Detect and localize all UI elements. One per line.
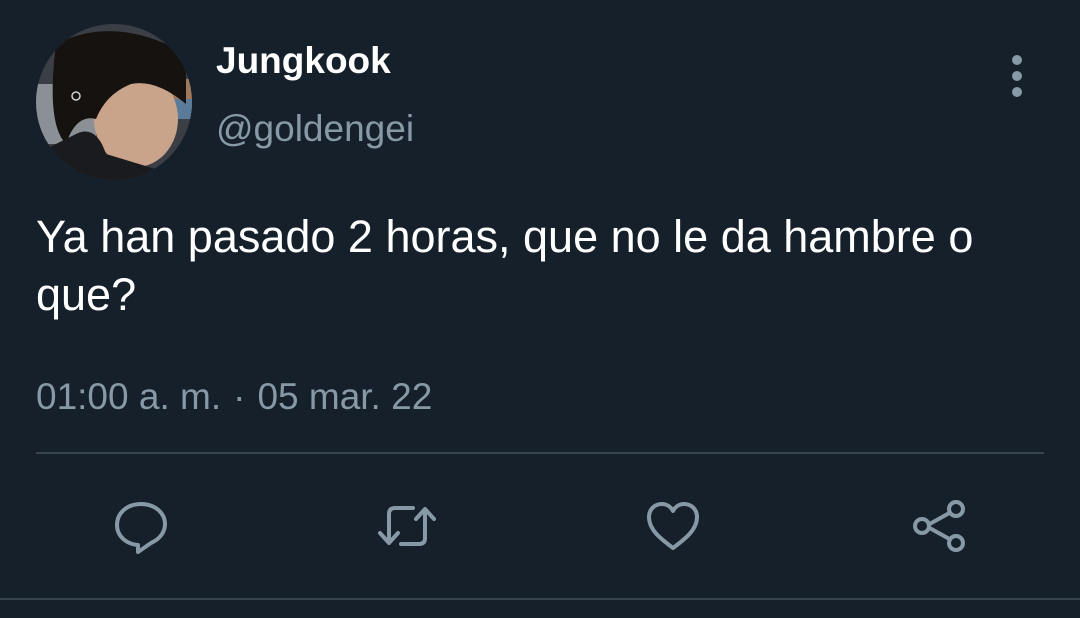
- tweet-time: 01:00 a. m.: [36, 376, 222, 417]
- retweet-arrows-icon: [378, 506, 436, 546]
- tweet-text: Ya han pasado 2 horas, que no le da hamb…: [36, 211, 974, 320]
- heart-icon: [647, 502, 699, 550]
- like-button[interactable]: [641, 494, 705, 558]
- bottom-divider: [0, 598, 1080, 600]
- avatar[interactable]: [36, 24, 192, 180]
- share-button[interactable]: [907, 494, 971, 558]
- display-name[interactable]: Jungkook: [216, 38, 391, 84]
- more-options-button[interactable]: [996, 50, 1038, 102]
- share-nodes-icon: [913, 500, 965, 552]
- meta-separator: ·: [233, 376, 246, 417]
- tweet-card: Jungkook @goldengei Ya han pasado 2 hora…: [0, 0, 1080, 618]
- username-handle[interactable]: @goldengei: [216, 106, 414, 152]
- retweet-button[interactable]: [375, 494, 439, 558]
- divider: [36, 452, 1044, 454]
- tweet-date: 05 mar. 22: [257, 376, 433, 417]
- avatar-image: [36, 24, 192, 180]
- speech-bubble-icon: [115, 502, 167, 554]
- tweet-timestamp[interactable]: 01:00 a. m. · 05 mar. 22: [36, 374, 432, 420]
- reply-button[interactable]: [109, 494, 173, 558]
- vertical-dots-icon: [1012, 55, 1022, 97]
